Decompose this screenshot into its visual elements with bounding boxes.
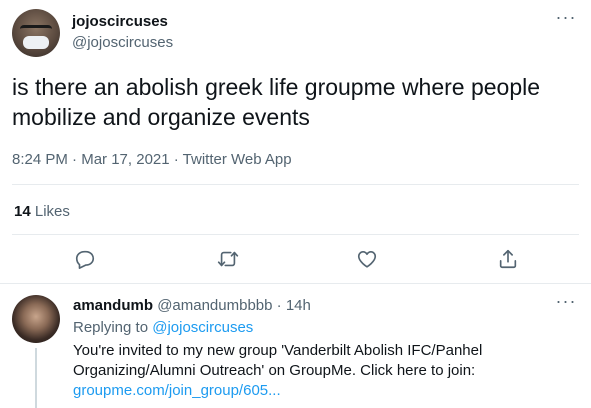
reply-tweet[interactable]: amandumb @amandumbbbb · 14h ··· Replying… xyxy=(0,284,591,408)
reply-time[interactable]: 14h xyxy=(286,297,311,314)
tweet-date[interactable]: Mar 17, 2021 xyxy=(81,151,169,168)
meta-separator: · xyxy=(272,297,286,314)
reply-icon xyxy=(75,250,95,269)
main-tweet: jojoscircuses @jojoscircuses ··· is ther… xyxy=(0,0,591,283)
reply-more-options-icon[interactable]: ··· xyxy=(555,292,577,316)
replying-to-link[interactable]: @jojoscircuses xyxy=(152,319,253,336)
share-icon xyxy=(499,249,517,269)
tweet-source[interactable]: Twitter Web App xyxy=(183,151,292,168)
share-button[interactable] xyxy=(497,248,521,272)
reply-body: You're invited to my new group 'Vanderbi… xyxy=(73,342,483,379)
author-avatar[interactable] xyxy=(12,9,60,57)
tweet-time[interactable]: 8:24 PM xyxy=(12,151,68,168)
more-options-icon[interactable]: ··· xyxy=(555,8,577,32)
divider xyxy=(12,234,579,235)
reply-author-avatar[interactable] xyxy=(12,295,60,343)
divider xyxy=(12,184,579,185)
reply-author-name[interactable]: amandumb xyxy=(73,297,153,314)
reply-author-handle[interactable]: @amandumbbbb xyxy=(157,297,272,314)
reply-header: amandumb @amandumbbbb · 14h xyxy=(73,297,311,314)
likes-label: Likes xyxy=(34,203,70,220)
like-icon xyxy=(357,251,377,268)
tweet-text: is there an abolish greek life groupme w… xyxy=(12,74,541,130)
likes-stat[interactable]: 14 Likes xyxy=(14,203,70,220)
groupme-link[interactable]: groupme.com/join_group/605... xyxy=(73,382,281,399)
meta-separator: · xyxy=(67,151,82,168)
meta-separator: · xyxy=(169,151,183,168)
author-handle[interactable]: @jojoscircuses xyxy=(72,34,173,51)
replying-label: Replying to xyxy=(73,319,149,336)
likes-count: 14 xyxy=(14,203,31,220)
avatar-mask xyxy=(23,36,49,49)
replying-to: Replying to @jojoscircuses xyxy=(73,319,253,336)
retweet-icon xyxy=(217,251,239,267)
thread-line xyxy=(35,348,37,408)
retweet-button[interactable] xyxy=(217,248,241,272)
reply-button[interactable] xyxy=(74,248,98,272)
like-button[interactable] xyxy=(356,248,380,272)
reply-text: You're invited to my new group 'Vanderbi… xyxy=(73,341,573,401)
tweet-meta: 8:24 PM · Mar 17, 2021 · Twitter Web App xyxy=(12,151,292,168)
author-name[interactable]: jojoscircuses xyxy=(72,13,168,30)
